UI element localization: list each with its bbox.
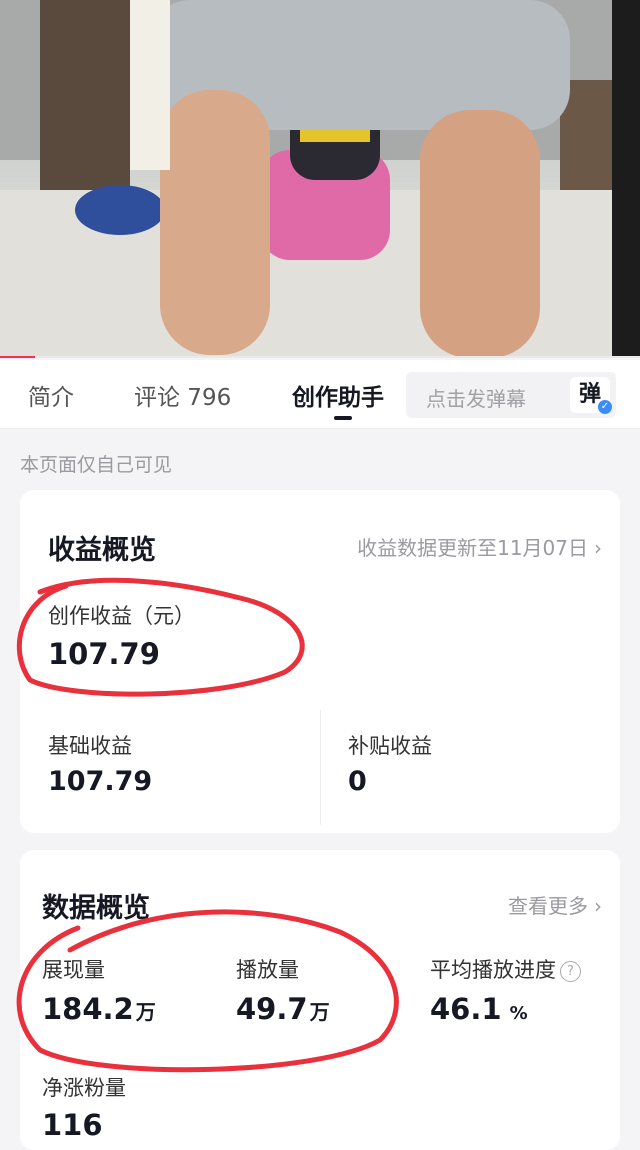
creation-earnings-label: 创作收益（元）	[48, 604, 195, 628]
check-badge-icon: ✓	[598, 400, 612, 414]
avg-progress-value: 46.1	[430, 992, 502, 1026]
subsidy-earnings-value: 0	[348, 766, 367, 797]
earnings-overview-card: 收益概览 收益数据更新至11月07日 › 创作收益（元） 107.79 基础收益 …	[20, 490, 620, 833]
chevron-right-icon: ›	[594, 894, 602, 918]
data-overview-title: 数据概览	[42, 893, 150, 924]
creation-earnings-value: 107.79	[48, 637, 160, 671]
danmaku-placeholder: 点击发弹幕	[426, 387, 526, 411]
chevron-right-icon: ›	[594, 536, 602, 560]
impressions-unit: 万	[135, 1000, 156, 1024]
video-frame	[0, 0, 640, 358]
net-followers-value: 116	[42, 1108, 103, 1142]
tab-bar: 简介 评论 796 创作助手 点击发弹幕 弹 ✓	[0, 360, 640, 429]
video-player[interactable]	[0, 0, 640, 358]
subsidy-earnings-label: 补贴收益	[348, 734, 432, 758]
basic-earnings-label: 基础收益	[48, 734, 132, 758]
video-progress-bar[interactable]	[0, 356, 640, 358]
plays-metric: 49.7 万	[236, 992, 330, 1026]
avg-progress-unit: %	[509, 1003, 528, 1024]
avg-progress-label-wrap: 平均播放进度?	[430, 954, 581, 984]
plays-value: 49.7	[236, 992, 308, 1026]
basic-earnings-value: 107.79	[48, 766, 153, 797]
plays-unit: 万	[309, 1000, 330, 1024]
danmaku-toggle-button[interactable]: 弹 ✓	[570, 377, 612, 414]
see-more-link[interactable]: 查看更多 ›	[508, 890, 602, 919]
tab-creator-assistant[interactable]: 创作助手	[292, 378, 384, 412]
earnings-update-link[interactable]: 收益数据更新至11月07日 ›	[357, 532, 602, 561]
avg-progress-label: 平均播放进度	[430, 958, 556, 982]
tab-comments[interactable]: 评论 796	[134, 378, 231, 412]
see-more-text: 查看更多	[508, 894, 588, 918]
data-overview-card: 数据概览 查看更多 › 展现量 184.2 万 播放量 49.7 万 平均播放进度? …	[20, 850, 620, 1150]
question-circle-icon[interactable]: ?	[560, 961, 581, 982]
visibility-note: 本页面仅自己可见	[20, 454, 173, 476]
earnings-update-text: 收益数据更新至11月07日	[357, 536, 588, 560]
impressions-metric: 184.2 万	[42, 992, 156, 1026]
column-divider	[320, 710, 321, 825]
tab-intro[interactable]: 简介	[28, 378, 74, 412]
impressions-label: 展现量	[42, 958, 105, 982]
earnings-title: 收益概览	[48, 535, 156, 566]
plays-label: 播放量	[236, 958, 299, 982]
impressions-value: 184.2	[42, 992, 134, 1026]
avg-progress-metric: 46.1%	[430, 992, 528, 1026]
net-followers-label: 净涨粉量	[42, 1076, 126, 1100]
active-tab-indicator	[334, 416, 352, 420]
danmaku-input[interactable]: 点击发弹幕 弹 ✓	[406, 372, 616, 418]
video-progress-fill	[0, 356, 36, 358]
